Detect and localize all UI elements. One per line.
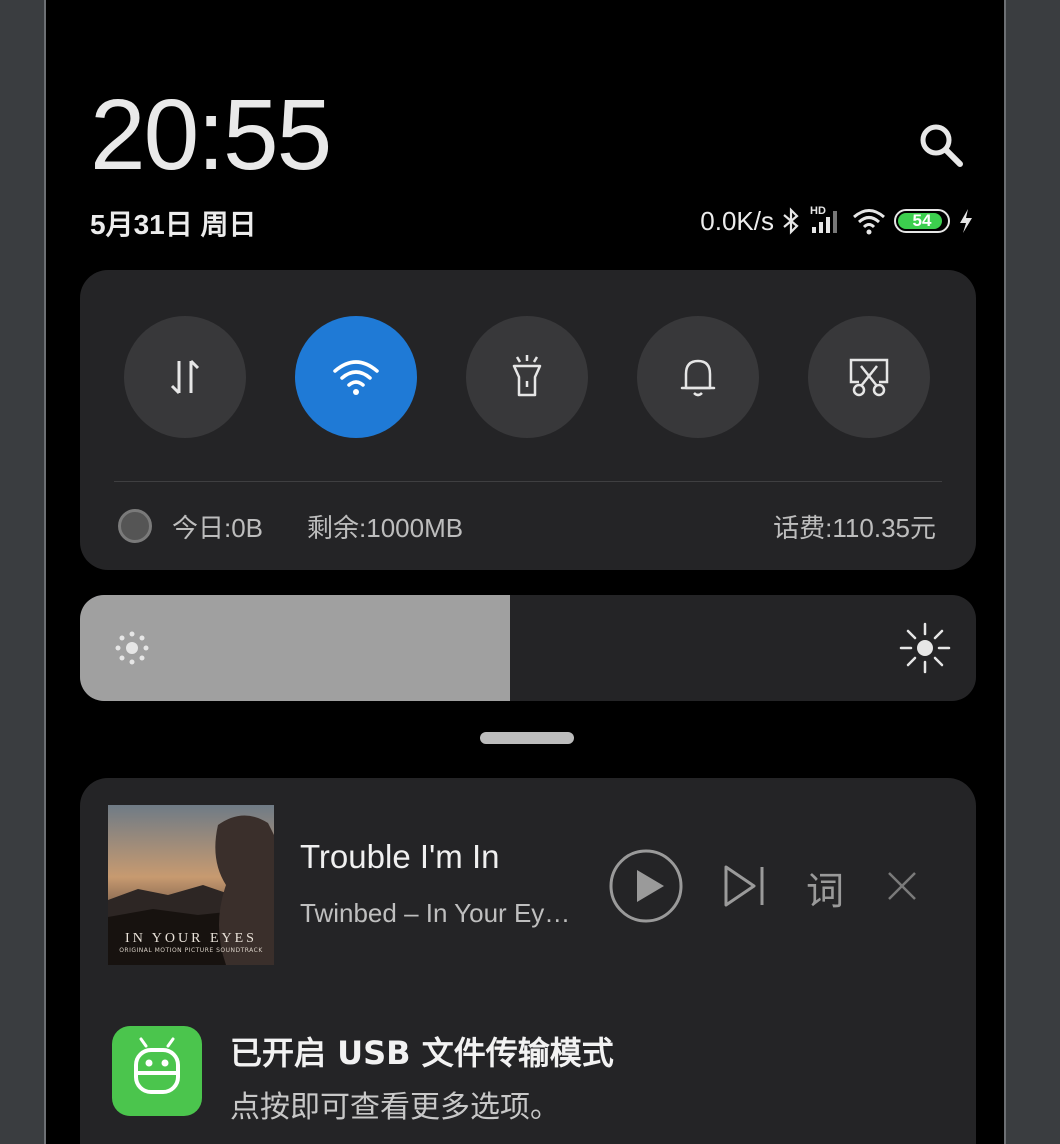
screenshot-icon <box>849 358 889 397</box>
search-icon <box>920 124 963 167</box>
quick-settings-panel: 今日:0B 剩余:1000MB 话费:110.35元 <box>80 270 976 570</box>
skip-next-icon <box>724 865 764 907</box>
notification-shade: 20:55 5月31日 周日 0.0K/s HD 54 今日:0B 剩余:100… <box>44 0 1006 1144</box>
toggle-wifi[interactable] <box>295 316 417 438</box>
cellular-signal-icon: HD <box>808 205 844 235</box>
toggle-flashlight[interactable] <box>466 316 588 438</box>
data-used-today: 今日:0B <box>172 512 264 543</box>
toggle-mobile-data[interactable] <box>124 316 246 438</box>
usb-notification-title[interactable]: 已开启 USB 文件传输模式 <box>230 1028 614 1074</box>
wifi-icon <box>333 360 379 395</box>
data-usage-row[interactable]: 今日:0B 剩余:1000MB 话费:110.35元 <box>118 506 936 546</box>
panel-divider <box>114 481 942 482</box>
album-art-subtitle: ORIGINAL MOTION PICTURE SOUNDTRACK <box>119 947 263 954</box>
album-art[interactable]: IN YOUR EYES ORIGINAL MOTION PICTURE SOU… <box>108 805 274 965</box>
data-remaining: 剩余:1000MB <box>307 512 464 543</box>
song-title: Trouble I'm In <box>300 838 500 875</box>
toggle-ringer[interactable] <box>637 316 759 438</box>
battery-percent: 54 <box>912 211 932 230</box>
flashlight-icon <box>512 355 542 397</box>
search-button[interactable] <box>916 120 966 170</box>
android-icon <box>134 1037 180 1094</box>
shade-drag-handle[interactable] <box>480 732 574 744</box>
brightness-low-icon <box>115 631 149 665</box>
network-speed: 0.0K/s <box>700 205 774 236</box>
toggle-screenshot[interactable] <box>808 316 930 438</box>
close-icon <box>888 872 916 900</box>
usb-notification-subtitle[interactable]: 点按即可查看更多选项。 <box>230 1082 560 1126</box>
wifi-status-icon <box>853 209 885 235</box>
notification-card: IN YOUR EYES ORIGINAL MOTION PICTURE SOU… <box>80 778 976 1144</box>
close-media-button[interactable] <box>886 870 918 906</box>
next-track-button[interactable] <box>720 863 768 913</box>
phone-balance: 话费:110.35元 <box>773 512 936 543</box>
play-button[interactable] <box>608 848 684 928</box>
status-bar: 0.0K/s HD 54 <box>700 204 974 238</box>
date[interactable]: 5月31日 周日 <box>90 203 257 243</box>
charging-bolt-icon <box>960 209 972 233</box>
bell-icon <box>680 359 716 397</box>
brightness-high-icon <box>899 622 951 674</box>
bluetooth-icon <box>783 207 799 235</box>
data-transfer-icon <box>170 359 200 395</box>
song-artist: Twinbed – In Your Ey… <box>300 898 571 928</box>
data-usage-indicator <box>118 509 152 543</box>
clock[interactable]: 20:55 <box>90 78 332 193</box>
brightness-slider[interactable] <box>80 595 976 701</box>
lyrics-button[interactable]: 词 <box>806 860 844 915</box>
usb-app-icon <box>112 1026 202 1116</box>
album-art-title: IN YOUR EYES <box>125 931 257 946</box>
battery-indicator: 54 <box>894 209 950 233</box>
play-icon <box>609 849 683 923</box>
